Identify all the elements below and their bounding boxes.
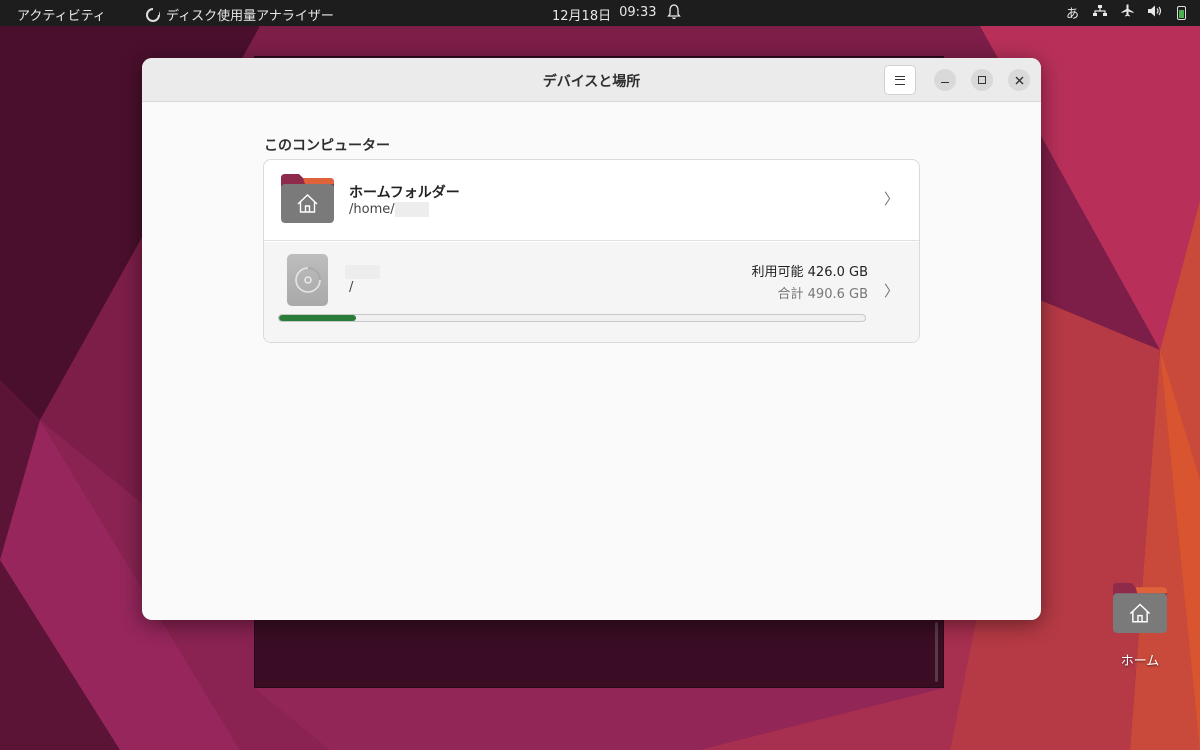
disk-usage-bar	[278, 314, 866, 322]
home-folder-name: ホームフォルダー	[349, 185, 460, 201]
home-path-text: /home/	[349, 202, 395, 217]
top-bar: アクティビティ ディスク使用量アナライザー 12月18日 09:33 あ	[0, 0, 1200, 26]
clock-time: 09:33	[619, 5, 657, 20]
root-disk-row[interactable]: / 利用可能 426.0 GB 合計 490.6 GB 〉	[264, 242, 919, 342]
desktop-home-label: ホーム	[1120, 654, 1160, 669]
main-menu-button[interactable]	[884, 65, 916, 95]
header-bar: デバイスと場所	[142, 58, 1041, 102]
clock[interactable]: 12月18日 09:33	[552, 5, 657, 24]
home-folder-row[interactable]: ホームフォルダー /home/ 〉	[264, 160, 919, 241]
maximize-icon	[978, 76, 986, 84]
redacted-username	[394, 202, 429, 217]
chevron-right-icon: 〉	[883, 282, 899, 300]
minimize-icon	[941, 82, 949, 83]
devices-and-locations-window: デバイスと場所 このコンピューター ホームフォルダー /home/ 〉 / 利用…	[142, 58, 1041, 620]
app-menu[interactable]: ディスク使用量アナライザー	[146, 5, 334, 24]
disk-total: 合計 490.6 GB	[777, 287, 868, 302]
minimize-button[interactable]	[934, 69, 956, 91]
battery-icon[interactable]	[1177, 5, 1186, 20]
app-menu-label: ディスク使用量アナライザー	[166, 9, 334, 24]
disk-usage-app-icon	[146, 7, 160, 22]
home-folder-icon	[281, 174, 334, 223]
maximize-button[interactable]	[971, 69, 993, 91]
input-method-indicator[interactable]: あ	[1066, 3, 1079, 22]
network-icon[interactable]	[1093, 4, 1107, 21]
hard-disk-icon	[287, 254, 328, 306]
clock-date: 12月18日	[552, 9, 612, 24]
notification-bell-icon[interactable]	[667, 4, 681, 24]
home-folder-path: /home/	[349, 202, 429, 217]
locations-list: ホームフォルダー /home/ 〉 / 利用可能 426.0 GB 合計 490…	[263, 159, 920, 343]
hamburger-icon	[895, 75, 905, 85]
chevron-right-icon: 〉	[883, 190, 899, 208]
disk-available: 利用可能 426.0 GB	[751, 265, 868, 280]
disk-mount-point: /	[349, 280, 354, 295]
redacted-disk-name	[345, 265, 380, 279]
volume-icon[interactable]	[1148, 5, 1163, 21]
background-window-scrollbar	[935, 622, 938, 682]
close-icon	[1015, 76, 1023, 84]
disk-usage-fill	[279, 315, 357, 321]
section-title: このコンピューター	[264, 138, 390, 154]
home-folder-icon	[1113, 583, 1167, 633]
system-tray[interactable]: あ	[1066, 3, 1186, 22]
airplane-mode-icon[interactable]	[1121, 4, 1134, 21]
activities-button[interactable]: アクティビティ	[17, 5, 106, 24]
desktop-home-icon[interactable]: ホーム	[1107, 582, 1173, 669]
close-button[interactable]	[1008, 69, 1030, 91]
